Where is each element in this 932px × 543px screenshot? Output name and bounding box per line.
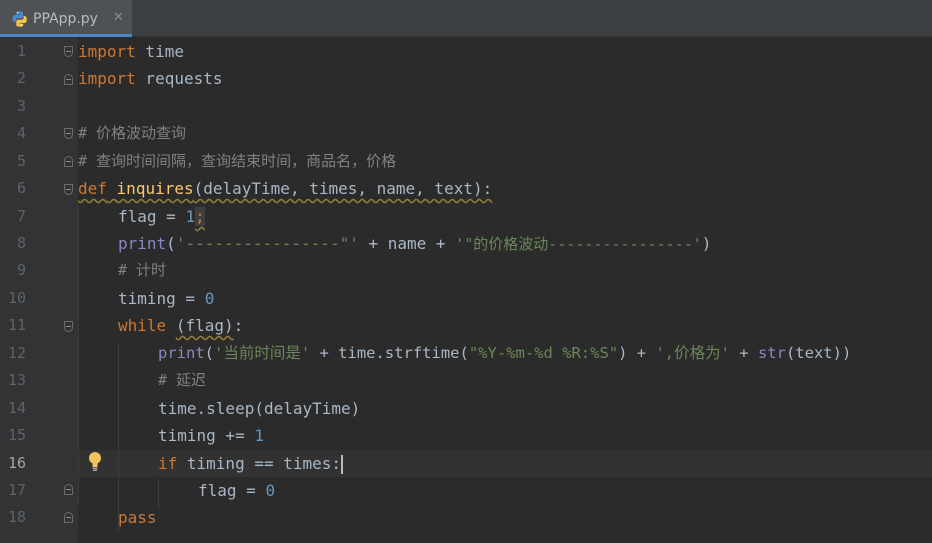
fold-marker-icon[interactable] [64, 156, 73, 167]
code-token: "%Y-%m-%d %R:%S" [468, 344, 619, 362]
lightbulb-icon[interactable] [88, 451, 102, 473]
code-token: '当前时间是' [214, 344, 311, 362]
code-token: pass [118, 508, 157, 527]
code-token: + [729, 344, 758, 362]
code-line: pass [118, 504, 157, 531]
code-line: flag = 0 [198, 477, 275, 504]
code-token: import [78, 69, 136, 88]
code-token: (delayTime, times, name, text): [193, 179, 493, 198]
line-number: 16 [7, 454, 26, 472]
fold-marker-icon[interactable] [64, 512, 73, 523]
code-token: time.sleep(delayTime) [158, 399, 361, 418]
code-token: ',价格为' [655, 344, 730, 362]
line-number: 5 [16, 152, 26, 170]
line-number: 17 [7, 481, 26, 499]
code-token: timing == times: [177, 454, 342, 473]
code-line: # 价格波动查询 [78, 120, 186, 147]
line-number: 8 [16, 234, 26, 252]
code-line: # 计时 [118, 257, 166, 284]
tab-label: PPApp.py [33, 11, 98, 27]
line-number: 9 [16, 261, 26, 279]
code-token: str [757, 344, 786, 362]
line-number: 14 [7, 399, 26, 417]
code-comment: # 查询时间间隔，查询结束时间，商品名，价格 [78, 152, 397, 170]
editor-tab-bar: PPApp.py ✕ [0, 0, 932, 37]
code-token: : [233, 316, 244, 335]
code-comment: # 延迟 [158, 371, 207, 389]
fold-marker-icon[interactable] [64, 74, 73, 85]
line-number: 7 [16, 207, 26, 225]
code-token: print [118, 234, 167, 253]
line-number: 4 [16, 124, 26, 142]
line-number: 12 [7, 344, 26, 362]
code-token: ( [166, 234, 176, 253]
line-number: 11 [7, 316, 26, 334]
code-token: ) + [618, 344, 656, 362]
code-line: # 延迟 [158, 367, 206, 394]
code-token: import [78, 42, 136, 61]
tab-ppapp-py[interactable]: PPApp.py ✕ [0, 0, 132, 37]
code-line: # 查询时间间隔，查询结束时间，商品名，价格 [78, 148, 396, 175]
fold-marker-icon[interactable] [64, 128, 73, 139]
code-comment: # 价格波动查询 [78, 124, 187, 142]
python-file-icon [12, 11, 27, 27]
code-token: '----------------"' [175, 234, 359, 253]
indent-guide [78, 205, 79, 505]
fold-marker-icon[interactable] [64, 184, 73, 195]
code-comment: # 计时 [118, 261, 167, 279]
code-token: inquires [116, 179, 194, 198]
code-line: def inquires(delayTime, times, name, tex… [78, 175, 492, 202]
code-token: (text)) [785, 344, 852, 362]
code-line: while (flag): [118, 312, 243, 339]
fold-marker-icon[interactable] [64, 321, 73, 332]
code-line: import time [78, 38, 184, 65]
line-number: 15 [7, 426, 26, 444]
text-caret [341, 455, 344, 474]
code-token: (flag) [175, 316, 234, 335]
code-token: + name + [358, 234, 456, 253]
line-number: 1 [16, 42, 26, 60]
fold-marker-icon[interactable] [64, 46, 73, 57]
code-token: flag = [118, 207, 186, 226]
code-token: ( [204, 344, 215, 362]
code-token: if [158, 454, 178, 473]
code-token: time [135, 42, 184, 61]
code-token: ; [195, 207, 205, 226]
line-number: 6 [16, 179, 26, 197]
code-token: def [78, 179, 107, 198]
code-token: 0 [265, 481, 276, 500]
code-line: time.sleep(delayTime) [158, 395, 360, 422]
close-icon[interactable]: ✕ [113, 9, 124, 27]
code-line: print('----------------"' + name + '"的价格… [118, 230, 711, 258]
code-line: import requests [78, 65, 223, 92]
code-token: timing = [118, 289, 205, 308]
code-token: ) [701, 234, 712, 253]
code-token: requests [135, 69, 223, 88]
code-token: 1 [185, 207, 196, 226]
code-line: timing = 0 [118, 285, 214, 312]
code-token: '"的价格波动----------------' [455, 235, 702, 253]
code-line: timing += 1 [158, 422, 264, 449]
code-token: 1 [254, 426, 264, 445]
indent-guide [158, 479, 159, 509]
line-number: 2 [16, 69, 26, 87]
line-number: 10 [7, 289, 26, 307]
code-token: + time.strftime( [310, 344, 469, 362]
line-number: 3 [16, 97, 26, 115]
code-token: 0 [204, 289, 215, 308]
code-line: print('当前时间是' + time.strftime("%Y-%m-%d … [158, 340, 851, 367]
code-line: if timing == times: [158, 450, 344, 477]
code-token: flag = [198, 481, 266, 500]
code-token: timing += [158, 426, 255, 445]
code-editor[interactable]: 1 2 3 4 5 6 7 8 9 10 11 12 13 14 15 16 1… [0, 37, 932, 543]
code-token: while [118, 316, 167, 335]
fold-marker-icon[interactable] [64, 484, 73, 495]
line-number: 18 [7, 508, 26, 526]
code-line: flag = 1; [118, 203, 205, 230]
line-number: 13 [7, 371, 26, 389]
code-token: print [158, 344, 205, 362]
